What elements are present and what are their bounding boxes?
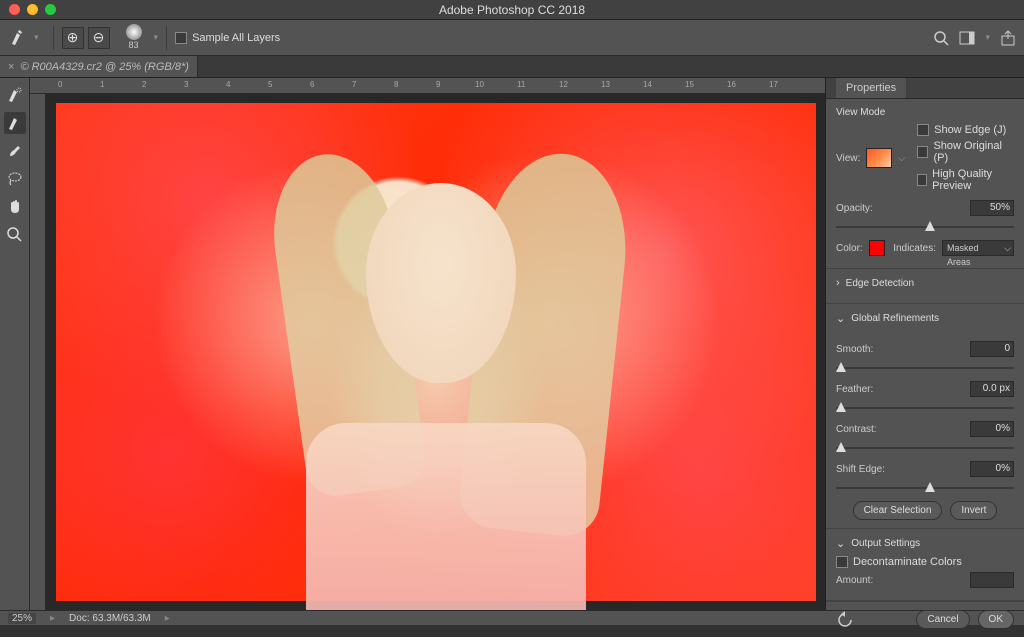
feather-label: Feather: bbox=[836, 384, 873, 395]
sample-all-layers-checkbox[interactable]: Sample All Layers bbox=[175, 32, 280, 44]
color-label: Color: bbox=[836, 243, 863, 254]
show-edge-checkbox[interactable]: Show Edge (J) bbox=[917, 124, 1014, 136]
document-image bbox=[56, 103, 816, 601]
output-settings-section: Output Settings Decontaminate Colors Amo… bbox=[826, 529, 1024, 601]
ok-button[interactable]: OK bbox=[978, 610, 1014, 629]
subtract-from-selection-button[interactable]: ⊖ bbox=[88, 27, 110, 49]
view-thumbnail[interactable] bbox=[866, 148, 892, 168]
reset-icon[interactable] bbox=[836, 611, 854, 629]
view-label: View: bbox=[836, 153, 860, 164]
minimize-window-icon[interactable] bbox=[27, 4, 38, 15]
high-quality-preview-checkbox[interactable]: High Quality Preview bbox=[917, 168, 1014, 192]
brush-dot-icon bbox=[126, 24, 142, 40]
panel-footer: Cancel OK bbox=[826, 601, 1024, 637]
brush-chevron-icon[interactable]: ▾ bbox=[154, 32, 159, 43]
add-to-selection-button[interactable]: ⊕ bbox=[62, 27, 84, 49]
tool-chevron-icon[interactable]: ▾ bbox=[34, 32, 39, 43]
vertical-ruler bbox=[30, 94, 46, 610]
opacity-value[interactable]: 50% bbox=[970, 200, 1014, 216]
refine-edge-brush-tool[interactable] bbox=[4, 112, 26, 134]
panel-tab-bar: Properties bbox=[826, 78, 1024, 99]
shift-edge-slider[interactable] bbox=[836, 481, 1014, 495]
view-mode-section: View Mode View: ⌵ Show Edge (J) Show Ori… bbox=[826, 99, 1024, 269]
horizontal-ruler: 01234567891011121314151617 bbox=[30, 78, 825, 94]
workspace-icon[interactable] bbox=[959, 30, 975, 46]
workspace-chevron-icon[interactable]: ▾ bbox=[985, 32, 990, 43]
view-dropdown-chevron-icon[interactable]: ⌵ bbox=[898, 153, 905, 164]
canvas[interactable] bbox=[46, 94, 825, 610]
show-original-checkbox[interactable]: Show Original (P) bbox=[917, 140, 1014, 164]
indicates-dropdown[interactable]: Masked Areas bbox=[942, 240, 1014, 256]
quick-select-tool[interactable] bbox=[4, 84, 26, 106]
checkbox-icon bbox=[175, 32, 187, 44]
properties-panel: Properties View Mode View: ⌵ Show Edge (… bbox=[825, 78, 1024, 610]
zoom-level[interactable]: 25% bbox=[8, 613, 36, 624]
maximize-window-icon[interactable] bbox=[45, 4, 56, 15]
cancel-button[interactable]: Cancel bbox=[916, 610, 969, 629]
close-window-icon[interactable] bbox=[9, 4, 20, 15]
canvas-area: 01234567891011121314151617 bbox=[30, 78, 825, 610]
contrast-label: Contrast: bbox=[836, 424, 877, 435]
shift-edge-value[interactable]: 0% bbox=[970, 461, 1014, 477]
amount-label: Amount: bbox=[836, 575, 873, 586]
share-icon[interactable] bbox=[1000, 30, 1016, 46]
opacity-slider[interactable] bbox=[836, 220, 1014, 234]
window-titlebar: Adobe Photoshop CC 2018 bbox=[0, 0, 1024, 20]
shift-edge-label: Shift Edge: bbox=[836, 464, 885, 475]
app-title: Adobe Photoshop CC 2018 bbox=[439, 3, 585, 17]
hand-tool[interactable] bbox=[4, 196, 26, 218]
brush-size-value: 83 bbox=[129, 40, 139, 50]
decontaminate-colors-checkbox[interactable]: Decontaminate Colors bbox=[836, 556, 1014, 568]
view-mode-heading: View Mode bbox=[836, 107, 1014, 118]
invert-button[interactable]: Invert bbox=[950, 501, 997, 520]
brush-preview[interactable]: 83 bbox=[120, 24, 148, 52]
edge-detection-heading: Edge Detection bbox=[836, 277, 1014, 289]
properties-tab[interactable]: Properties bbox=[836, 78, 906, 98]
lasso-tool[interactable] bbox=[4, 168, 26, 190]
feather-value[interactable]: 0.0 px bbox=[970, 381, 1014, 397]
close-tab-icon[interactable]: × bbox=[8, 61, 14, 73]
brush-tool[interactable] bbox=[4, 140, 26, 162]
left-toolbar bbox=[0, 78, 30, 610]
search-icon[interactable] bbox=[933, 30, 949, 46]
document-tab-label: © R00A4329.cr2 @ 25% (RGB/8*) bbox=[20, 61, 188, 73]
overlay-color-swatch[interactable] bbox=[869, 240, 885, 256]
global-refinements-heading[interactable]: Global Refinements bbox=[836, 312, 1014, 325]
clear-selection-button[interactable]: Clear Selection bbox=[853, 501, 943, 520]
output-settings-heading[interactable]: Output Settings bbox=[836, 537, 1014, 550]
feather-slider[interactable] bbox=[836, 401, 1014, 415]
indicates-label: Indicates: bbox=[893, 243, 936, 254]
global-refinements-section: Global Refinements Smooth: 0 Feather: 0.0 … bbox=[826, 304, 1024, 529]
zoom-tool[interactable] bbox=[4, 224, 26, 246]
contrast-value[interactable]: 0% bbox=[970, 421, 1014, 437]
smooth-slider[interactable] bbox=[836, 361, 1014, 375]
options-bar: ▾ ⊕ ⊖ 83 ▾ Sample All Layers ▾ bbox=[0, 20, 1024, 56]
document-tab-bar: × © R00A4329.cr2 @ 25% (RGB/8*) bbox=[0, 56, 1024, 78]
document-tab[interactable]: × © R00A4329.cr2 @ 25% (RGB/8*) bbox=[0, 56, 198, 77]
doc-size: Doc: 63.3M/63.3M bbox=[69, 613, 151, 624]
opacity-label: Opacity: bbox=[836, 203, 873, 214]
contrast-slider[interactable] bbox=[836, 441, 1014, 455]
window-controls bbox=[9, 4, 56, 15]
smooth-value[interactable]: 0 bbox=[970, 341, 1014, 357]
amount-value bbox=[970, 572, 1014, 588]
smooth-label: Smooth: bbox=[836, 344, 873, 355]
sample-all-layers-label: Sample All Layers bbox=[192, 32, 280, 44]
edge-detection-section[interactable]: Edge Detection bbox=[826, 269, 1024, 304]
current-tool-icon[interactable] bbox=[8, 28, 28, 48]
